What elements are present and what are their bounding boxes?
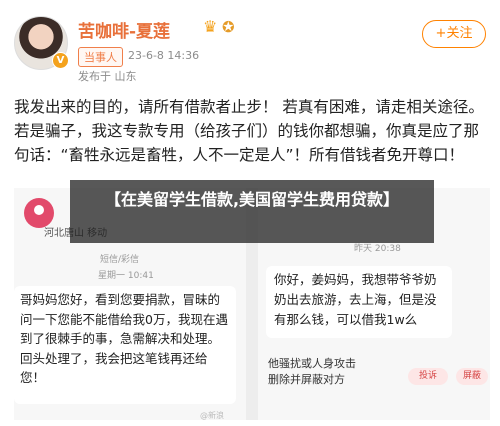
post-location: 发布于 山东 [78, 70, 137, 83]
post-header: V 苦咖啡-夏莲 ♛ ✪ 当事人 23-6-8 14:36 发布于 山东 +关注 [0, 0, 500, 92]
fish-icon: ✪ [222, 18, 235, 36]
post-time: 23-6-8 14:36 [128, 49, 200, 62]
message-bubble-right: 你好，姜妈妈，我想带爷爷奶奶出去旅游，去上海，但是没有那么钱，可以借我1w么 [266, 266, 452, 338]
v-badge-icon: V [52, 52, 69, 69]
post-text: 我发出来的目的，请所有借款者止步！ 若真有困难，请走相关途径。 若是骗子，我这专… [14, 98, 484, 164]
sms-label: 短信/彩信 [100, 255, 140, 265]
spam-notice: 他骚扰或人身攻击 删除并屏蔽对方 [268, 357, 356, 386]
follow-button[interactable]: +关注 [422, 20, 486, 48]
role-tag: 当事人 [78, 47, 123, 67]
report-button: 投诉 [408, 368, 448, 385]
crown-icon: ♛ [203, 17, 218, 36]
message-bubble-left: 哥妈妈您好，看到您要捐款，冒昧的问一下您能不能借给我0万，我现在遇到了很棘手的事… [14, 286, 236, 404]
watermark: @新浪 [200, 411, 224, 420]
username[interactable]: 苦咖啡-夏莲 [78, 17, 170, 42]
sms-date: 星期一 10:41 [98, 271, 154, 281]
block-button: 屏蔽 [456, 368, 488, 385]
title-banner: 【在美留学生借款,美国留学生费用贷款】 [70, 180, 434, 243]
